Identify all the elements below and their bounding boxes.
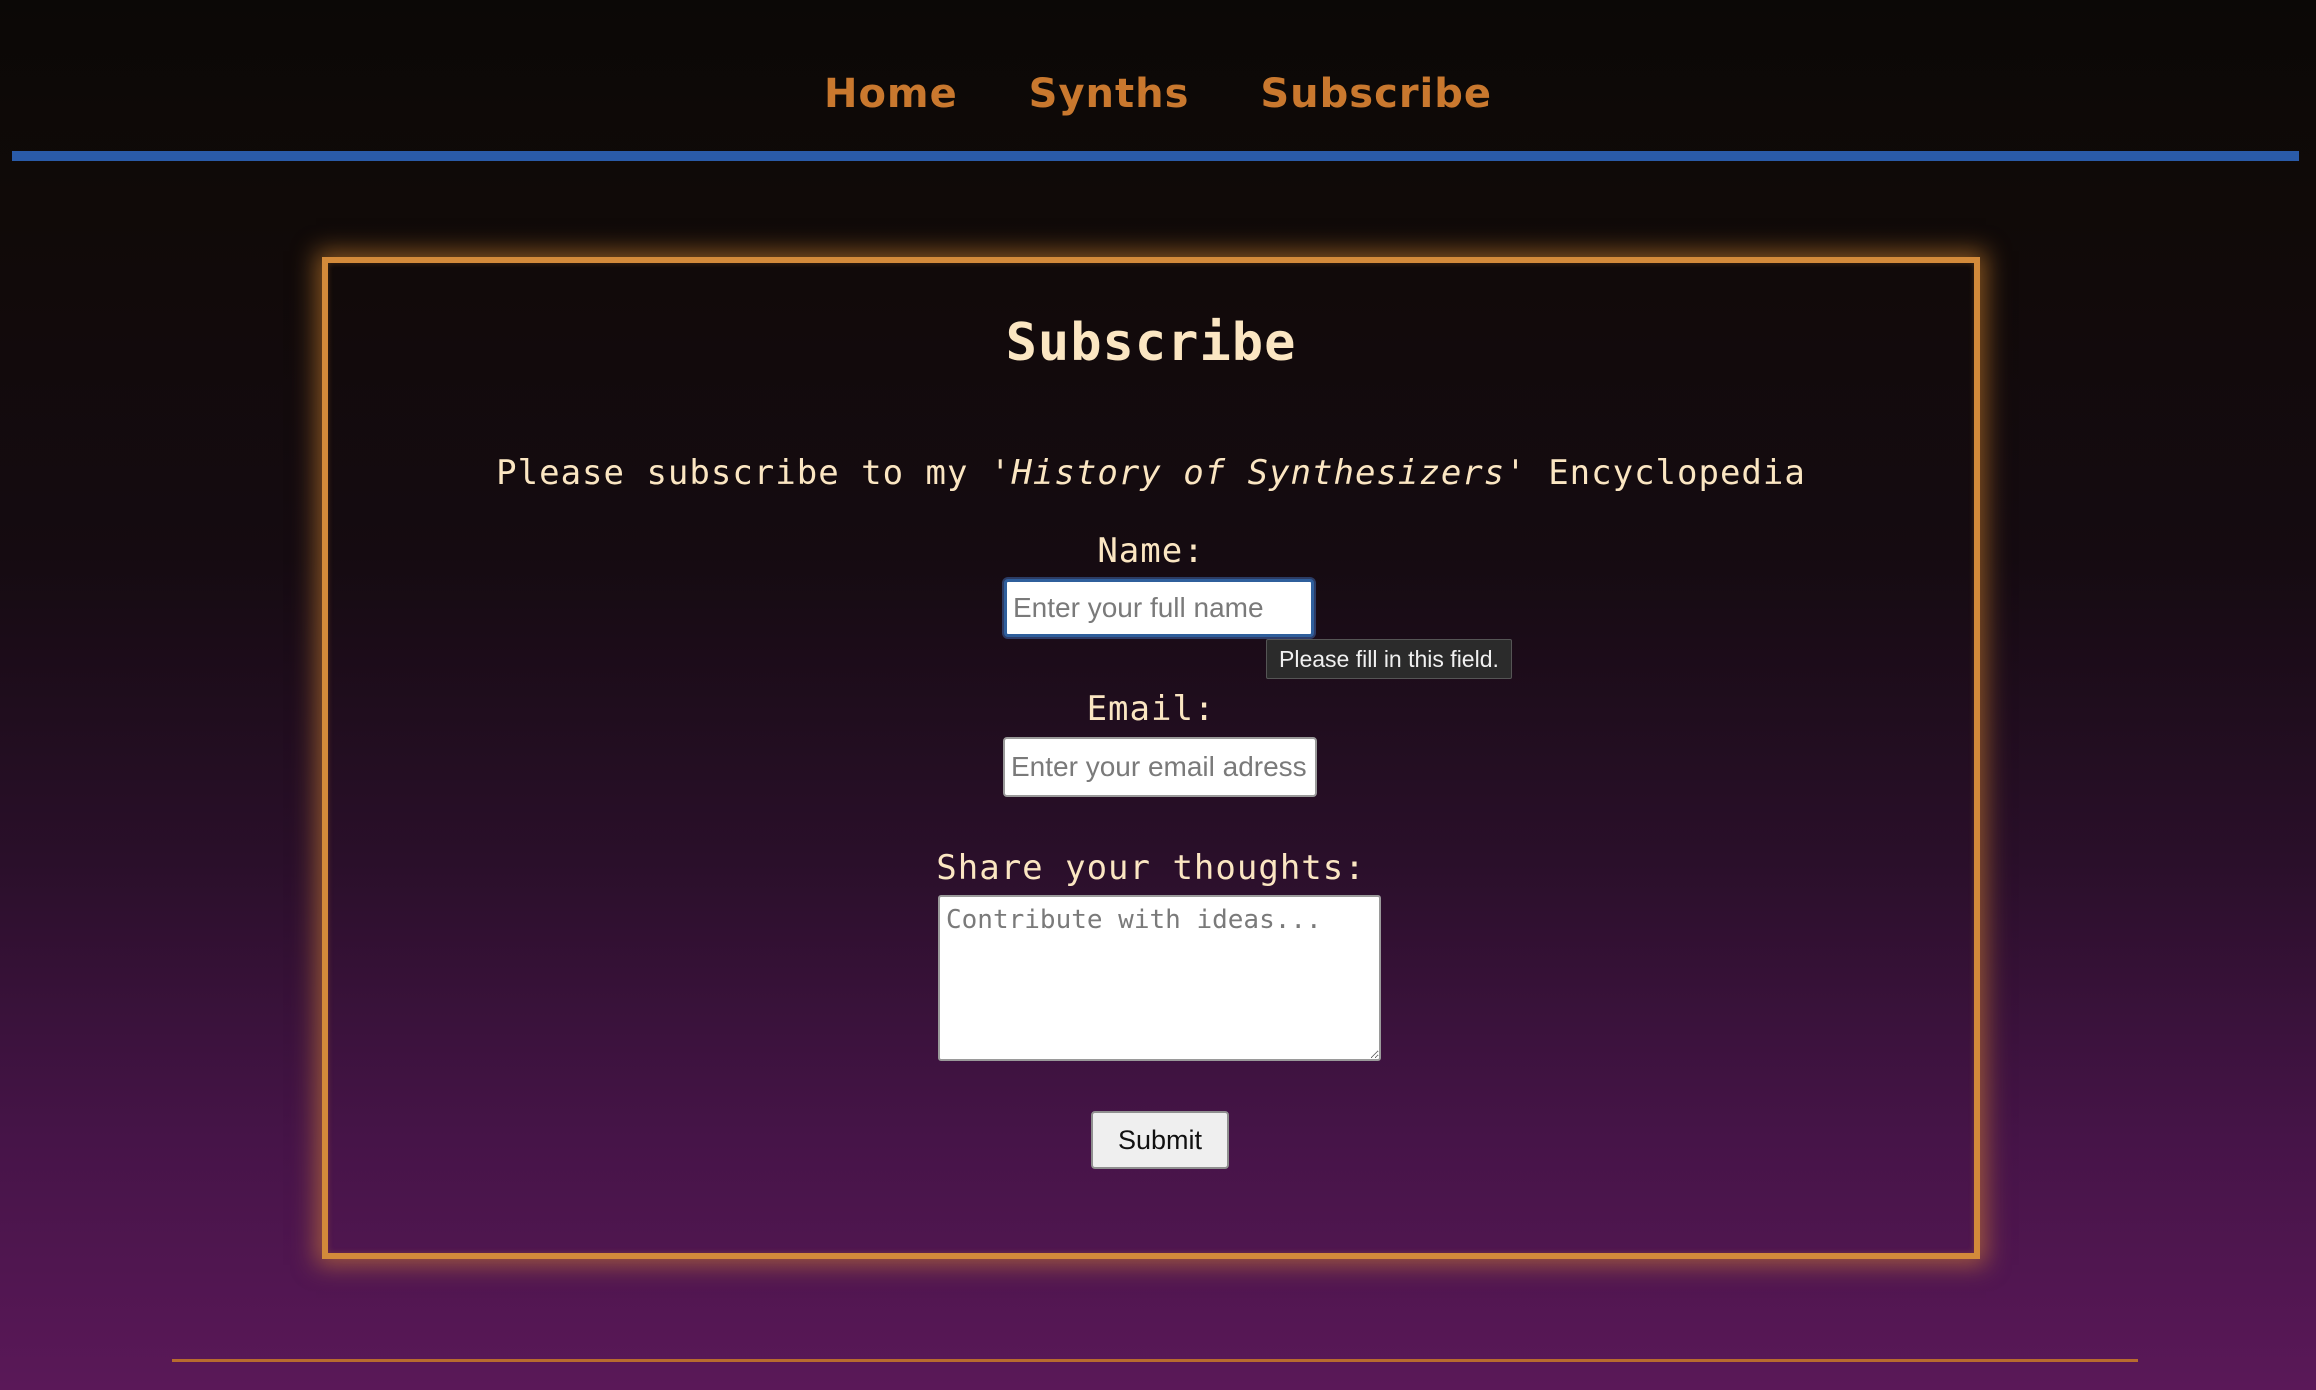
email-label: Email:: [1086, 689, 1216, 729]
nav-synths-link[interactable]: Synths: [1029, 66, 1190, 122]
top-navigation: Home Synths Subscribe: [0, 0, 2316, 150]
intro-book-title: 'History of Synthesizers': [989, 453, 1527, 493]
nav-divider: [12, 151, 2299, 161]
footer-divider: [172, 1359, 2138, 1362]
thoughts-label: Share your thoughts:: [936, 848, 1366, 888]
intro-prefix: Please subscribe to my: [496, 453, 990, 493]
submit-button[interactable]: Submit: [1091, 1111, 1229, 1169]
form-intro-text: Please subscribe to my 'History of Synth…: [328, 453, 1974, 493]
email-input[interactable]: [1003, 737, 1317, 797]
subscribe-form-card: Subscribe Please subscribe to my 'Histor…: [322, 257, 1980, 1259]
nav-subscribe-link[interactable]: Subscribe: [1260, 66, 1492, 122]
name-input[interactable]: [1004, 579, 1314, 637]
validation-tooltip: Please fill in this field.: [1266, 639, 1512, 679]
nav-links: Home Synths Subscribe: [0, 66, 2316, 122]
form-title: Subscribe: [1005, 313, 1297, 373]
intro-suffix: Encyclopedia: [1526, 453, 1806, 493]
thoughts-textarea[interactable]: [938, 895, 1381, 1061]
nav-home-link[interactable]: Home: [824, 66, 958, 122]
name-label: Name:: [1097, 531, 1205, 571]
